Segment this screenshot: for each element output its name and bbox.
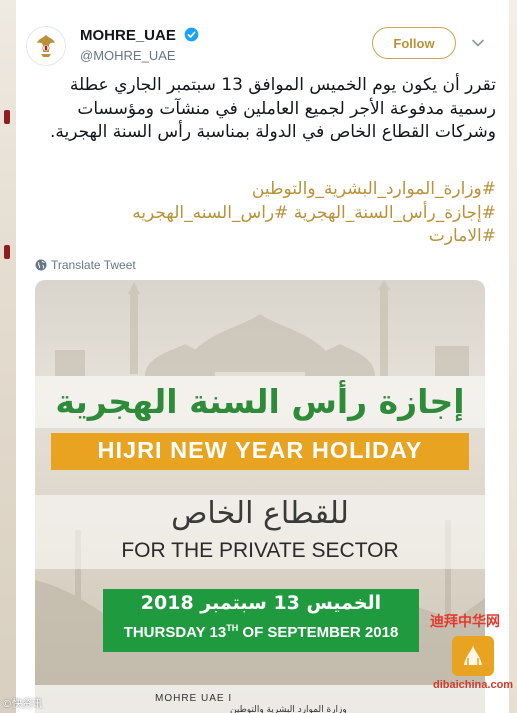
image-footer-arabic: وزارة الموارد البشرية والتوطين — [230, 705, 347, 713]
tweet-media-image[interactable]: إجازة رأس السنة الهجرية HIJRI NEW YEAR H… — [35, 280, 485, 713]
globe-icon — [35, 259, 47, 271]
hashtag-link[interactable]: #وزارة_الموارد_البشرية_والتوطين — [40, 178, 496, 202]
hashtag-link[interactable]: #الامارت — [40, 225, 496, 249]
handle[interactable]: @MOHRE_UAE — [80, 48, 199, 63]
chevron-down-icon[interactable] — [471, 36, 485, 50]
uae-emblem-icon — [37, 35, 55, 57]
tweet-header: MOHRE_UAE @MOHRE_UAE Follow — [16, 18, 509, 70]
date-english: THURSDAY 13TH OF SEPTEMBER 2018 — [103, 623, 419, 641]
follow-button[interactable]: Follow — [372, 27, 456, 59]
watermark-logo — [452, 636, 494, 676]
watermark-url: dibaichina.com — [433, 679, 514, 691]
watermark-logo-icon — [464, 645, 482, 665]
background-marker — [4, 110, 10, 124]
translate-label: Translate Tweet — [51, 258, 136, 272]
hashtag-list: #وزارة_الموارد_البشرية_والتوطين #إجازة_ر… — [40, 178, 496, 249]
background-edge-left — [0, 0, 16, 713]
hashtag-link[interactable]: #إجازة_رأس_السنة_الهجرية #راس_السنه_الهج… — [40, 202, 496, 226]
subtitle-english: FOR THE PRIVATE SECTOR — [121, 539, 399, 562]
date-english-sup: TH — [226, 623, 239, 633]
background-marker — [4, 245, 10, 259]
title-arabic: إجازة رأس السنة الهجرية — [55, 382, 465, 421]
date-arabic: الخميس 13 سبتمبر 2018 — [140, 592, 382, 614]
date-english-suffix: OF SEPTEMBER 2018 — [238, 624, 399, 641]
display-name[interactable]: MOHRE_UAE — [80, 27, 176, 44]
tweet-text: تقرر أن يكون يوم الخميس الموافق 13 سبتمب… — [49, 75, 496, 142]
account-names[interactable]: MOHRE_UAE @MOHRE_UAE — [80, 25, 199, 63]
watermark-site-name: 迪拜中华网 — [430, 614, 500, 630]
translate-tweet-link[interactable]: Translate Tweet — [35, 257, 136, 273]
subtitle-arabic: للقطاع الخاص — [171, 496, 349, 531]
verified-icon — [184, 27, 199, 42]
background-edge-right — [509, 0, 517, 713]
watermark-left: ©快资讯 — [2, 699, 42, 710]
avatar[interactable] — [26, 26, 66, 66]
title-english: HIJRI NEW YEAR HOLIDAY — [97, 437, 423, 463]
tweet-card: MOHRE_UAE @MOHRE_UAE Follow تقرر أن يكون… — [16, 0, 509, 713]
image-footer-brand: MOHRE UAE I — [155, 693, 233, 704]
date-english-prefix: THURSDAY 13 — [123, 624, 227, 641]
